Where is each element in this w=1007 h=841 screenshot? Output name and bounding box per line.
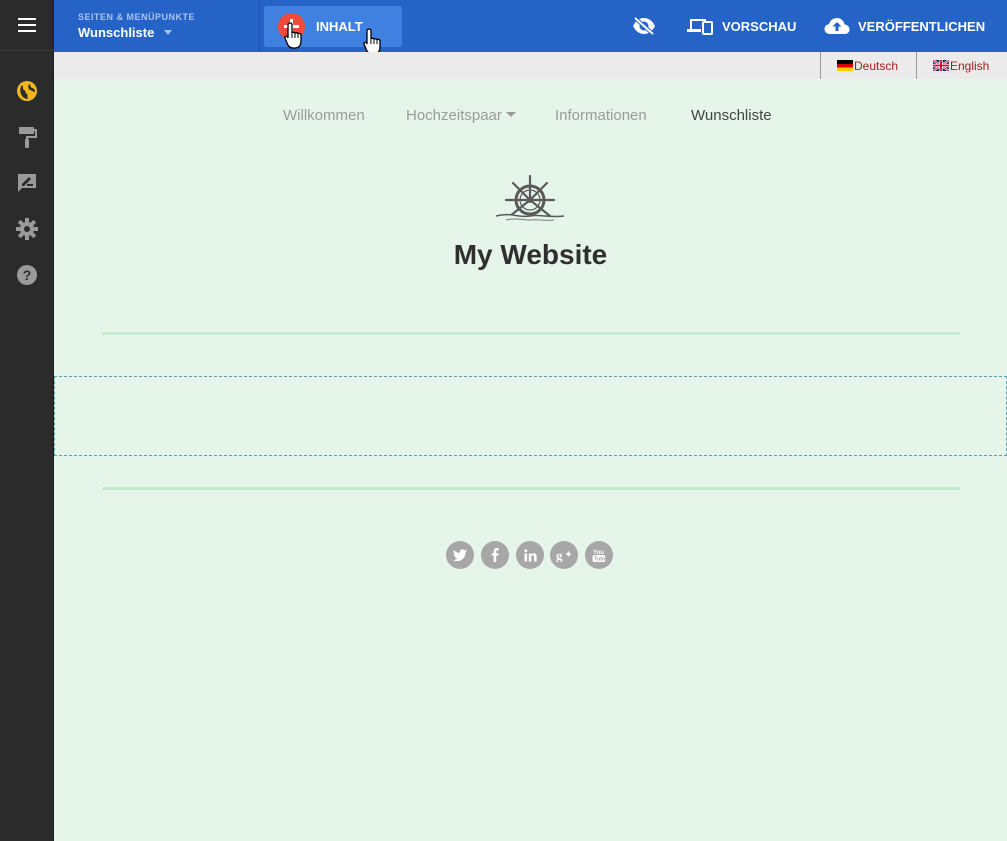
- svg-text:?: ?: [23, 267, 32, 283]
- sidebar-item-content[interactable]: [15, 171, 39, 195]
- page-selector-kicker: SEITEN & MENÜPUNKTE: [78, 12, 196, 22]
- divider-bottom: [102, 487, 960, 490]
- edit-note-icon: [18, 174, 36, 192]
- google-plus-button[interactable]: g: [550, 541, 578, 569]
- linkedin-button[interactable]: [516, 541, 544, 569]
- divider-top: [102, 332, 960, 335]
- youtube-icon: You Tube: [592, 550, 606, 562]
- hamburger-icon: [18, 18, 36, 32]
- sidebar-item-website[interactable]: [15, 79, 39, 103]
- devices-icon: [687, 19, 713, 35]
- uk-flag-icon: [933, 60, 949, 71]
- help-icon: ?: [17, 265, 37, 285]
- preview-button[interactable]: VORSCHAU: [687, 0, 796, 52]
- cloud-upload-icon: [824, 18, 850, 34]
- hand-cursor-icon: [284, 22, 302, 49]
- hamburger-menu-button[interactable]: [0, 0, 54, 51]
- chevron-down-icon: [164, 30, 173, 35]
- page-selector-current: Wunschliste: [78, 25, 155, 40]
- twitter-button[interactable]: [446, 541, 474, 569]
- language-deutsch-label: Deutsch: [854, 58, 899, 73]
- eye-off-icon: [633, 17, 655, 35]
- nav-item-wunschliste[interactable]: Wunschliste: [691, 107, 772, 124]
- facebook-icon: [491, 548, 499, 562]
- youtube-button[interactable]: You Tube: [585, 541, 613, 569]
- hide-elements-button[interactable]: [632, 0, 656, 52]
- sidebar-item-settings[interactable]: [15, 217, 39, 241]
- language-english-link[interactable]: English: [916, 52, 1007, 79]
- site-title: My Website: [453, 239, 608, 270]
- page-selector-value-row: Wunschliste: [78, 25, 259, 40]
- top-toolbar: SEITEN & MENÜPUNKTE Wunschliste INHALT V…: [54, 0, 1007, 55]
- svg-text:Tube: Tube: [594, 556, 606, 562]
- twitter-icon: [453, 549, 467, 561]
- svg-text:g: g: [556, 548, 563, 562]
- ship-wheel-logo-icon: [495, 174, 565, 226]
- linkedin-icon: [523, 548, 537, 561]
- language-english-label: English: [950, 58, 990, 73]
- language-bar: Deutsch English: [54, 52, 1007, 79]
- page-selector-dropdown[interactable]: SEITEN & MENÜPUNKTE Wunschliste: [54, 0, 260, 52]
- site-navigation: Willkommen Hochzeitspaar Informationen W…: [54, 107, 1007, 127]
- gear-icon: [16, 218, 38, 240]
- website-canvas: Willkommen Hochzeitspaar Informationen W…: [54, 79, 1007, 841]
- nav-item-informationen[interactable]: Informationen: [555, 107, 647, 124]
- de-flag-icon: [837, 60, 853, 71]
- nav-item-willkommen[interactable]: Willkommen: [283, 107, 365, 124]
- preview-label: VORSCHAU: [722, 18, 797, 34]
- paint-roller-icon: [19, 127, 37, 148]
- content-drop-zone[interactable]: [54, 376, 1007, 456]
- facebook-button[interactable]: [481, 541, 509, 569]
- publish-button[interactable]: VERÖFFENTLICHEN: [824, 0, 985, 52]
- language-deutsch-link[interactable]: Deutsch: [820, 52, 916, 79]
- sidebar-item-design[interactable]: [15, 125, 39, 149]
- caret-down-icon: [505, 112, 516, 117]
- globe-icon: [17, 81, 37, 101]
- add-content-label: INHALT: [316, 19, 363, 34]
- left-sidebar: ?: [0, 0, 54, 841]
- sidebar-item-help[interactable]: ?: [15, 263, 39, 287]
- google-plus-icon: g: [556, 548, 571, 562]
- nav-item-hochzeitspaar-label: Hochzeitspaar: [406, 107, 502, 124]
- nav-item-hochzeitspaar[interactable]: Hochzeitspaar: [406, 107, 516, 124]
- publish-label: VERÖFFENTLICHEN: [858, 18, 986, 34]
